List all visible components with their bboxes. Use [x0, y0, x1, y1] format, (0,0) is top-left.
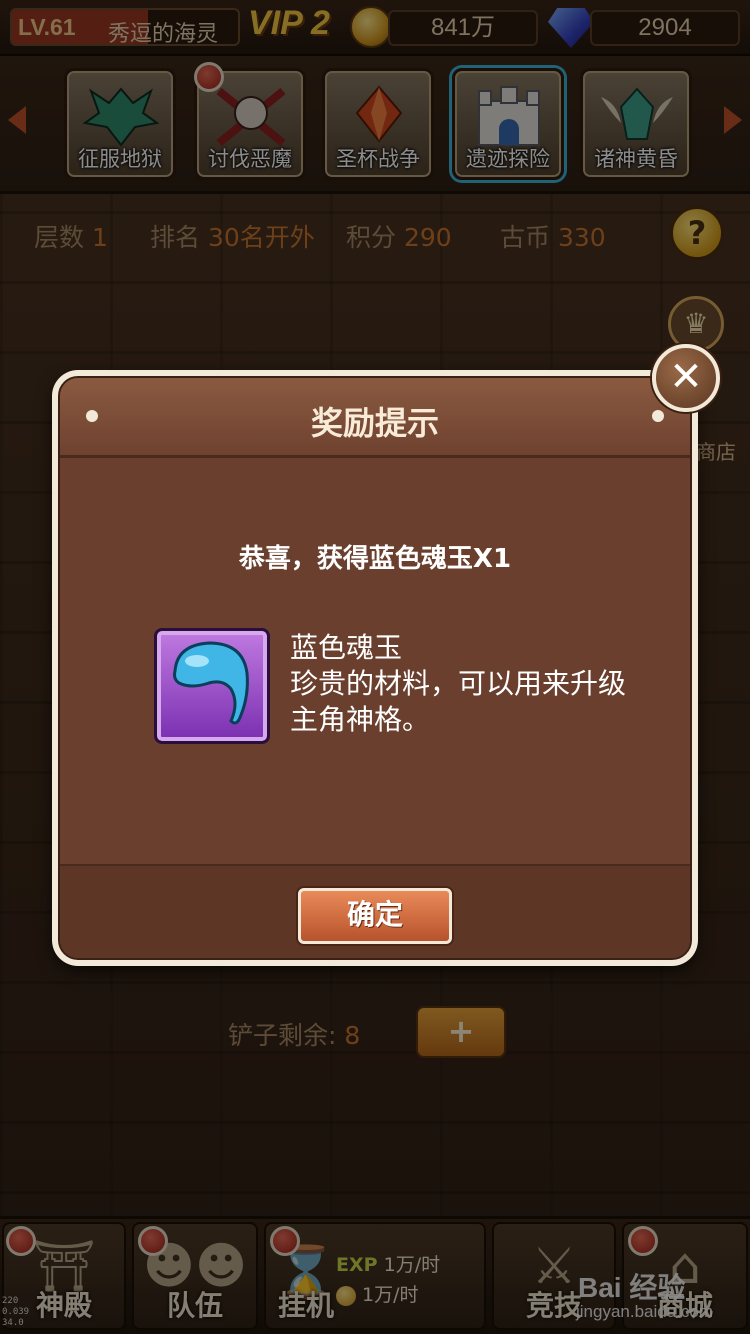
dialog-header: 奖励提示	[60, 378, 690, 458]
dialog-panel: 奖励提示 恭喜，获得蓝色魂玉X1 蓝色魂玉 珍贵的材料，可以用来升级主角神格。	[58, 376, 692, 960]
dialog-title: 奖励提示	[310, 404, 439, 442]
item-slot[interactable]	[154, 628, 270, 744]
close-icon[interactable]: ✕	[652, 344, 720, 412]
item-description: 珍贵的材料，可以用来升级主角神格。	[290, 667, 627, 736]
reward-dialog: 奖励提示 恭喜，获得蓝色魂玉X1 蓝色魂玉 珍贵的材料，可以用来升级主角神格。	[52, 370, 698, 966]
blue-soul-jade-icon	[173, 641, 249, 725]
item-name: 蓝色魂玉	[290, 631, 403, 664]
confirm-button[interactable]: 确定	[298, 888, 452, 944]
reward-message: 恭喜，获得蓝色魂玉X1	[238, 544, 512, 574]
